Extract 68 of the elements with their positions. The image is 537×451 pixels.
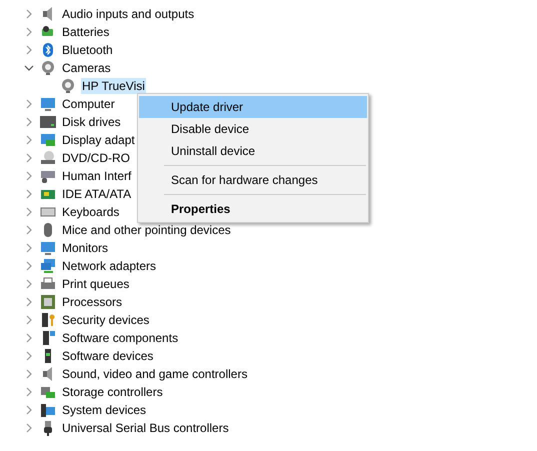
drive-icon bbox=[40, 114, 56, 130]
expand-chevron-icon[interactable] bbox=[24, 99, 34, 109]
expand-chevron-icon[interactable] bbox=[24, 9, 34, 19]
tree-item[interactable]: Keyboards bbox=[61, 204, 120, 220]
tree-item[interactable]: Network adapters bbox=[61, 258, 158, 274]
expand-chevron-icon[interactable] bbox=[24, 297, 34, 307]
expand-chevron-icon[interactable] bbox=[24, 423, 34, 433]
tree-item[interactable]: Sound, video and game controllers bbox=[61, 366, 248, 382]
expand-chevron-icon[interactable] bbox=[24, 117, 34, 127]
tree-item[interactable]: Cameras bbox=[61, 60, 112, 76]
monitor-icon bbox=[40, 96, 56, 112]
tree-item[interactable]: IDE ATA/ATA bbox=[61, 186, 132, 202]
expand-chevron-icon[interactable] bbox=[24, 333, 34, 343]
display-adapter-icon bbox=[40, 132, 56, 148]
tree-item[interactable]: Software components bbox=[61, 330, 180, 346]
webcam-icon bbox=[60, 78, 76, 94]
tree-item[interactable]: Batteries bbox=[61, 24, 110, 40]
expand-chevron-icon[interactable] bbox=[24, 225, 34, 235]
tree-item[interactable]: Audio inputs and outputs bbox=[61, 6, 196, 22]
tree-item[interactable]: Monitors bbox=[61, 240, 110, 256]
monitor-icon bbox=[40, 240, 56, 256]
tree-item[interactable]: Print queues bbox=[61, 276, 130, 292]
printer-icon bbox=[40, 276, 56, 292]
storage-icon bbox=[40, 384, 56, 400]
tree-item[interactable]: Human Interf bbox=[61, 168, 132, 184]
expand-chevron-icon[interactable] bbox=[24, 171, 34, 181]
key-icon bbox=[40, 312, 56, 328]
expand-chevron-icon[interactable] bbox=[24, 315, 34, 325]
tree-item[interactable]: DVD/CD-RO bbox=[61, 150, 131, 166]
menu-item[interactable]: Uninstall device bbox=[139, 140, 367, 162]
menu-item[interactable]: Update driver bbox=[139, 96, 367, 118]
tree-item[interactable]: Processors bbox=[61, 294, 124, 310]
network-icon bbox=[40, 258, 56, 274]
puzzle-icon bbox=[40, 330, 56, 346]
tree-item[interactable]: Bluetooth bbox=[61, 42, 114, 58]
tree-item[interactable]: Security devices bbox=[61, 312, 150, 328]
tree-item[interactable]: Universal Serial Bus controllers bbox=[61, 420, 230, 436]
system-icon bbox=[40, 402, 56, 418]
expand-chevron-icon[interactable] bbox=[24, 45, 34, 55]
expand-chevron-icon[interactable] bbox=[24, 207, 34, 217]
expand-chevron-icon[interactable] bbox=[24, 153, 34, 163]
expand-chevron-icon[interactable] bbox=[24, 369, 34, 379]
menu-item[interactable]: Properties bbox=[139, 198, 367, 220]
tree-item[interactable]: Display adapt bbox=[61, 132, 136, 148]
tree-item[interactable]: Disk drives bbox=[61, 114, 122, 130]
expand-chevron-icon[interactable] bbox=[24, 27, 34, 37]
expand-chevron-icon[interactable] bbox=[24, 351, 34, 361]
tree-item[interactable]: Mice and other pointing devices bbox=[61, 222, 232, 238]
expand-chevron-icon[interactable] bbox=[24, 243, 34, 253]
menu-item[interactable]: Disable device bbox=[139, 118, 367, 140]
keyboard-mouse-icon bbox=[40, 168, 56, 184]
collapse-chevron-icon[interactable] bbox=[24, 63, 34, 73]
expand-chevron-icon[interactable] bbox=[24, 387, 34, 397]
tree-item[interactable]: Storage controllers bbox=[61, 384, 164, 400]
expand-chevron-icon[interactable] bbox=[24, 279, 34, 289]
tree-item[interactable]: Computer bbox=[61, 96, 116, 112]
expand-chevron-icon[interactable] bbox=[24, 261, 34, 271]
tree-item[interactable]: System devices bbox=[61, 402, 148, 418]
expand-chevron-icon[interactable] bbox=[24, 189, 34, 199]
webcam-icon bbox=[40, 60, 56, 76]
tree-item[interactable]: HP TrueVisi bbox=[81, 78, 146, 94]
menu-item[interactable]: Scan for hardware changes bbox=[139, 169, 367, 191]
tree-item[interactable]: Software devices bbox=[61, 348, 154, 364]
disc-drive-icon bbox=[40, 150, 56, 166]
expand-chevron-icon[interactable] bbox=[24, 405, 34, 415]
chip-icon bbox=[40, 294, 56, 310]
expand-chevron-icon[interactable] bbox=[24, 135, 34, 145]
bluetooth-icon bbox=[40, 42, 56, 58]
